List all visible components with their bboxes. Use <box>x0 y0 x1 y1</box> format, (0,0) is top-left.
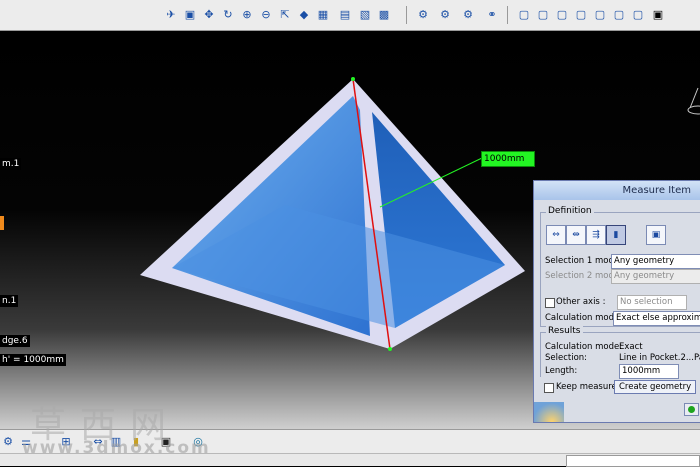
measure-item-mode-icon[interactable]: ▮ <box>606 225 626 245</box>
tree-node-label[interactable]: dge.6 <box>0 335 30 347</box>
sketch-tools-icon[interactable]: ⚙ <box>0 434 16 450</box>
fly-mode-icon[interactable]: ✈ <box>163 7 179 23</box>
watermark-url: www.3dmox.com <box>22 438 211 458</box>
rotate-icon[interactable]: ↻ <box>220 7 236 23</box>
res-length-field[interactable]: 1000mm <box>619 364 679 379</box>
results-group: Results Calculation mode: Exact Selectio… <box>540 326 700 379</box>
iso-view-icon[interactable]: ◆ <box>296 7 312 23</box>
measure-item-icon[interactable]: ⚙ <box>415 7 431 23</box>
zoom-out-icon[interactable]: ⊖ <box>258 7 274 23</box>
res-selection-value: Line in Pocket.2...Part1 <box>619 353 700 363</box>
compass-icon[interactable] <box>684 86 700 126</box>
analysis-icon[interactable]: ⚙ <box>460 7 476 23</box>
res-calc-value: Exact <box>619 342 643 352</box>
top-toolbar: ✈ ▣ ✥ ↻ ⊕ ⊖ ⇱ ◆ ▦ ▤ ▧ ▩ ⚙ ⚙ ⚙ ⚭ ▢ ▢ ▢ ▢ … <box>0 0 700 31</box>
definition-group: Definition ⇔ ⇹ ⇶ ▮ ▣ Selection 1 mode: A… <box>540 206 700 327</box>
create-geometry-button[interactable]: Create geometry <box>614 380 697 394</box>
pad-icon[interactable]: ⚭ <box>484 7 500 23</box>
measure-between-icon[interactable]: ▩ <box>376 7 392 23</box>
ok-button[interactable] <box>684 403 699 416</box>
sketch-icon[interactable]: ▢ <box>630 7 646 23</box>
measure-between-mode-icon[interactable]: ⇔ <box>546 225 566 245</box>
measure-item-dialog: Measure Item Definition ⇔ ⇹ ⇶ ▮ ▣ Select… <box>533 180 700 423</box>
results-group-title: Results <box>546 326 583 336</box>
normal-view-icon[interactable]: ⇱ <box>277 7 293 23</box>
pan-icon[interactable]: ✥ <box>201 7 217 23</box>
groove-icon[interactable]: ▢ <box>554 7 570 23</box>
rib-icon[interactable]: ▢ <box>592 7 608 23</box>
res-selection-label: Selection: <box>545 353 588 363</box>
keep-measure-checkbox[interactable] <box>544 383 554 393</box>
dialog-title[interactable]: Measure Item <box>534 181 700 200</box>
other-axis-checkbox[interactable] <box>545 298 555 308</box>
shaft-icon[interactable]: ▢ <box>535 7 551 23</box>
measure-chain-mode-icon[interactable]: ⇹ <box>566 225 586 245</box>
res-calc-label: Calculation mode: <box>545 342 623 352</box>
selection2-combo: Any geometry <box>611 269 700 284</box>
tree-node-label[interactable]: m.1 <box>0 158 22 170</box>
fit-all-icon[interactable]: ▣ <box>182 7 198 23</box>
zoom-in-icon[interactable]: ⊕ <box>239 7 255 23</box>
swap-visible-icon[interactable]: ▧ <box>357 7 373 23</box>
hide-show-icon[interactable]: ▤ <box>337 7 353 23</box>
measure-thickness-mode-icon[interactable]: ▣ <box>646 225 666 245</box>
measure-inertia-icon[interactable]: ⚙ <box>437 7 453 23</box>
other-axis-label: Other axis : <box>556 297 606 307</box>
dialog-corner-graphic <box>534 402 564 422</box>
tree-node-marker[interactable] <box>0 216 4 230</box>
tree-node-label[interactable]: n.1 <box>0 295 19 307</box>
other-axis-field[interactable]: No selection <box>617 295 687 310</box>
calc-mode-label: Calculation mode: <box>545 313 623 323</box>
snapshot-icon[interactable]: ▣ <box>650 7 666 23</box>
tree-node-label[interactable]: h' = 1000mm <box>0 354 66 366</box>
view-mode-icon[interactable]: ▦ <box>315 7 331 23</box>
definition-group-title: Definition <box>546 206 594 216</box>
slot-icon[interactable]: ▢ <box>611 7 627 23</box>
hole-icon[interactable]: ▢ <box>573 7 589 23</box>
measure-fan-mode-icon[interactable]: ⇶ <box>586 225 606 245</box>
ok-icon <box>688 406 695 413</box>
measure-callout[interactable]: 1000mm <box>481 151 535 167</box>
pocket-icon[interactable]: ▢ <box>516 7 532 23</box>
res-length-label: Length: <box>545 366 578 376</box>
calc-mode-combo[interactable]: Exact else approximate <box>613 311 700 326</box>
selection1-combo[interactable]: Any geometry <box>611 254 700 269</box>
command-input[interactable] <box>566 455 700 467</box>
keep-measure-label: Keep measure <box>556 382 617 392</box>
